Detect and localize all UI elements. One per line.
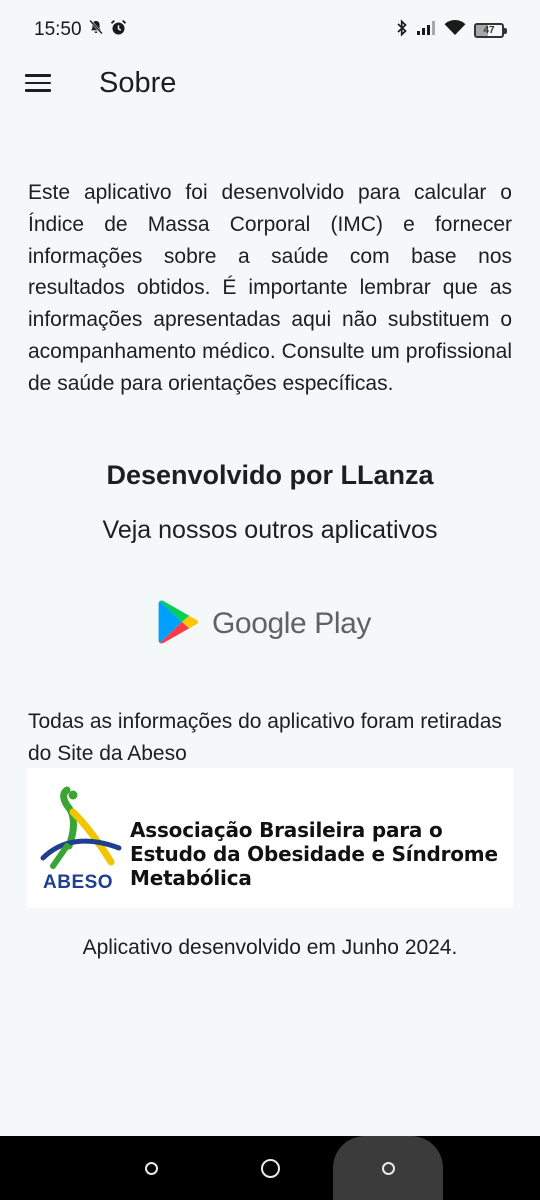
google-play-link[interactable]: Google Play <box>158 598 388 650</box>
developer-credit: Desenvolvido por LLanza <box>106 460 434 490</box>
app-bar: Sobre <box>0 52 540 114</box>
battery-icon: 47 <box>474 22 507 38</box>
back-icon <box>381 1161 395 1175</box>
recent-apps-button[interactable] <box>96 1136 206 1200</box>
menu-button[interactable] <box>8 53 68 113</box>
menu-icon <box>25 74 51 92</box>
mute-icon <box>88 19 104 41</box>
home-icon <box>260 1158 280 1178</box>
battery-level: 47 <box>483 24 495 36</box>
home-button[interactable] <box>215 1136 325 1200</box>
system-nav-bar <box>0 1136 540 1200</box>
page-title: Sobre <box>99 66 177 99</box>
google-play-icon <box>158 599 200 650</box>
source-info: Todas as informações do aplicativo foram… <box>28 710 502 765</box>
status-bar: 15:50 47 <box>0 0 540 60</box>
wifi-icon <box>444 19 466 41</box>
abeso-link-card[interactable]: ABESO Associação Brasileira para o Estud… <box>27 768 513 908</box>
back-button[interactable] <box>333 1136 443 1200</box>
alarm-icon <box>110 19 127 42</box>
status-right: 47 <box>396 18 507 42</box>
development-date: Aplicativo desenvolvido em Junho 2024. <box>82 936 458 959</box>
recent-apps-icon <box>144 1161 158 1175</box>
google-play-label: Google Play <box>212 607 372 640</box>
status-left: 15:50 <box>34 19 127 42</box>
status-time: 15:50 <box>34 19 82 40</box>
signal-icon <box>416 20 436 41</box>
other-apps-heading: Veja nossos outros aplicativos <box>102 516 438 544</box>
bluetooth-icon <box>396 18 408 42</box>
abeso-full-name: Associação Brasileira para o Estudo da O… <box>130 818 498 890</box>
about-description: Este aplicativo foi desenvolvido para ca… <box>28 181 512 395</box>
abeso-wordmark: ABESO <box>43 872 114 893</box>
